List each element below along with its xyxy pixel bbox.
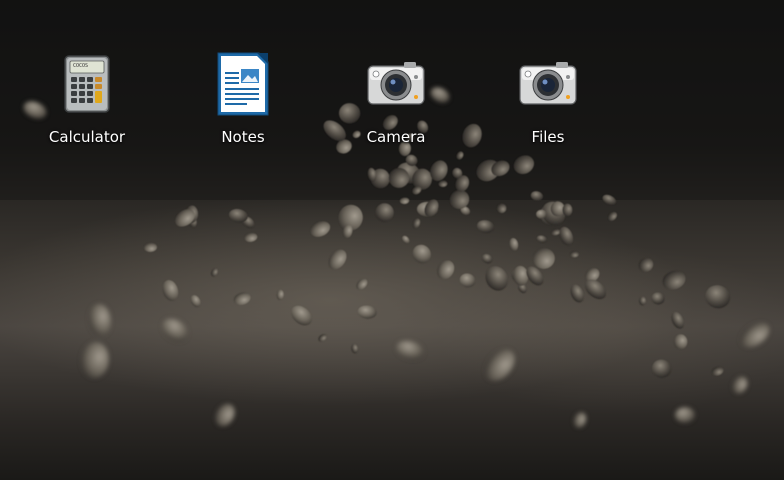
wallpaper-pebble: [437, 260, 455, 280]
wallpaper-pebble: [513, 265, 529, 286]
wallpaper-pebble: [328, 249, 347, 270]
wallpaper-pebble: [559, 226, 574, 246]
wallpaper-pebble: [573, 412, 587, 428]
wallpaper-pebble: [190, 295, 201, 308]
camera-icon: [364, 52, 428, 116]
wallpaper-pebble: [485, 349, 515, 381]
wallpaper-pebble: [356, 278, 368, 290]
camera-icon: [516, 52, 580, 116]
wallpaper-pebble: [396, 340, 424, 360]
desktop-icon-files[interactable]: Files: [493, 52, 603, 152]
calculator-display-text: COCOS: [73, 63, 88, 69]
wallpaper-pebble: [80, 342, 110, 378]
calculator-icon: COCOS: [55, 52, 119, 116]
wallpaper-pebble: [375, 203, 394, 222]
wallpaper-pebble: [402, 235, 410, 244]
wallpaper-pebble: [244, 232, 258, 242]
wallpaper-pebble: [351, 343, 359, 354]
wallpaper-pebble: [740, 322, 770, 348]
wallpaper-pebble: [88, 304, 112, 336]
wallpaper-pebble: [675, 407, 695, 423]
wallpaper-pebble: [276, 289, 284, 301]
document-icon: [211, 52, 275, 116]
wallpaper-pebble: [536, 235, 547, 243]
wallpaper-pebble: [651, 292, 665, 305]
wallpaper-pebble: [310, 221, 331, 237]
wallpaper-pebble: [673, 334, 688, 350]
wallpaper-pebble: [651, 359, 672, 378]
wallpaper-pebble: [509, 237, 519, 251]
wallpaper-pebble: [459, 273, 476, 288]
wallpaper-pebble: [705, 285, 731, 309]
wallpaper-pebble: [215, 403, 235, 427]
wallpaper-pebble: [412, 244, 431, 264]
wallpaper-pebble: [233, 292, 251, 305]
wallpaper-pebble: [607, 211, 618, 221]
wallpaper-pebble: [476, 220, 495, 233]
desktop-icon-label: Calculator: [48, 128, 126, 146]
wallpaper-pebble: [357, 305, 377, 319]
desktop-icon-label: Camera: [366, 128, 426, 146]
wallpaper-pebble: [291, 305, 312, 326]
wallpaper-pebble: [162, 318, 188, 342]
wallpaper-pebble: [482, 253, 493, 264]
desktop-icon-camera[interactable]: Camera: [341, 52, 451, 152]
wallpaper-pebble: [569, 250, 579, 258]
wallpaper-pebble: [711, 366, 724, 376]
wallpaper-pebble: [412, 218, 421, 229]
wallpaper-pebble: [144, 242, 157, 253]
wallpaper-pebble: [318, 333, 327, 342]
wallpaper-pebble: [162, 280, 179, 301]
wallpaper-pebble: [496, 203, 507, 214]
desktop-icon-label: Files: [531, 128, 565, 146]
wallpaper-pebble: [211, 268, 218, 277]
wallpaper-pebble: [639, 296, 647, 306]
desktop-icon-notes[interactable]: Notes: [188, 52, 298, 152]
wallpaper-pebble: [638, 257, 654, 272]
wallpaper-pebble: [533, 248, 555, 269]
wallpaper-pebble: [662, 270, 686, 290]
desktop-icon-label: Notes: [221, 128, 265, 146]
wallpaper-pebble: [485, 266, 508, 291]
wallpaper-pebble: [671, 311, 685, 329]
wallpaper-pebble: [732, 376, 748, 394]
wallpaper-pebble: [570, 284, 584, 303]
desktop-icon-calculator[interactable]: COCOS Calculator: [32, 52, 142, 152]
